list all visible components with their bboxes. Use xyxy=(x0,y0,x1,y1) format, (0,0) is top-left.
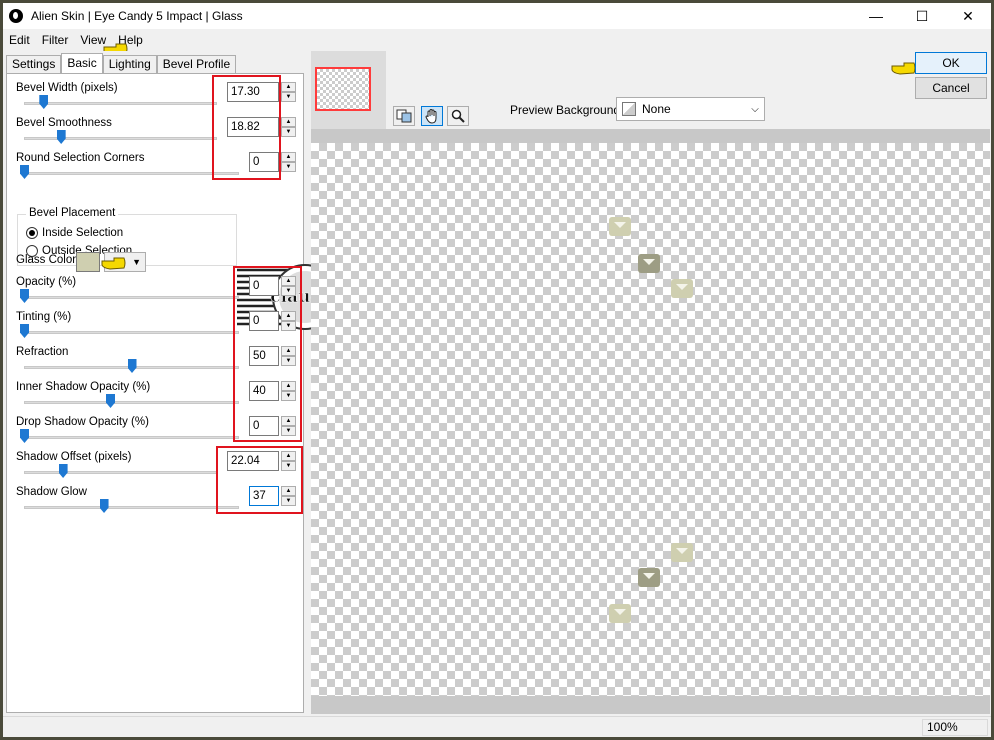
preview-canvas[interactable] xyxy=(311,143,990,696)
hand-pointer-icon xyxy=(891,62,916,75)
spin-down-button[interactable]: ▼ xyxy=(281,127,296,137)
pan-tool-button[interactable] xyxy=(421,106,443,126)
bevel-smoothness-label: Bevel Smoothness xyxy=(16,117,112,129)
glass-tile-preview xyxy=(638,568,660,587)
window-title: Alien Skin | Eye Candy 5 Impact | Glass xyxy=(31,9,243,23)
preview-background-label: Preview Background: xyxy=(510,103,624,117)
opacity-slider-track[interactable] xyxy=(24,296,239,299)
inner-shadow-slider-track[interactable] xyxy=(24,401,239,404)
zoom-icon xyxy=(451,109,465,123)
pan-icon xyxy=(425,108,437,124)
tinting-slider-track[interactable] xyxy=(24,331,239,334)
transparent-swatch-icon xyxy=(622,102,636,116)
highlight-box xyxy=(212,75,281,180)
tab-settings[interactable]: Settings xyxy=(6,55,62,73)
glass-tile-preview xyxy=(671,279,693,298)
minimize-button[interactable]: — xyxy=(853,3,899,29)
inner-shadow-opacity-label: Inner Shadow Opacity (%) xyxy=(16,381,151,393)
tab-basic[interactable]: Basic xyxy=(61,53,103,73)
refraction-slider-thumb[interactable] xyxy=(127,359,137,373)
preview-area[interactable] xyxy=(311,129,990,714)
settings-panel: Settings Basic Lighting Bevel Profile Be… xyxy=(3,51,374,716)
round-corners-label: Round Selection Corners xyxy=(16,152,145,164)
spin-up-button[interactable]: ▲ xyxy=(281,117,296,127)
navigator-view-rect[interactable] xyxy=(315,67,371,111)
shadow-glow-slider-thumb[interactable] xyxy=(99,499,109,513)
inner-shadow-slider-thumb[interactable] xyxy=(106,394,115,408)
spin-up-button[interactable]: ▲ xyxy=(281,152,296,162)
bevel-width-slider-thumb[interactable] xyxy=(39,95,49,109)
menu-bar: Edit Filter View Help xyxy=(3,29,991,51)
shadow-offset-slider-thumb[interactable] xyxy=(58,464,68,478)
glass-tile-preview xyxy=(609,217,631,236)
refraction-label: Refraction xyxy=(16,346,69,358)
navigator-thumbnail[interactable] xyxy=(311,51,386,129)
eye-candy-window: Alien Skin | Eye Candy 5 Impact | Glass … xyxy=(3,3,991,737)
menu-edit[interactable]: Edit xyxy=(3,33,36,47)
bevel-smoothness-slider-track[interactable] xyxy=(24,137,217,140)
shadow-offset-slider-track[interactable] xyxy=(24,471,217,474)
tinting-slider-thumb[interactable] xyxy=(20,324,29,338)
drop-shadow-opacity-label: Drop Shadow Opacity (%) xyxy=(16,416,149,428)
spin-down-button[interactable]: ▼ xyxy=(281,162,296,172)
glass-tile-preview xyxy=(638,254,660,273)
tinting-label: Tinting (%) xyxy=(16,311,72,323)
round-corners-slider-track[interactable] xyxy=(24,172,239,175)
tab-bevel-profile[interactable]: Bevel Profile xyxy=(156,55,237,73)
shadow-offset-label: Shadow Offset (pixels) xyxy=(16,451,132,463)
tab-strip: Settings Basic Lighting Bevel Profile xyxy=(6,53,237,73)
chevron-down-icon: ⌵ xyxy=(751,103,759,115)
hand-pointer-icon xyxy=(101,257,126,270)
opacity-label: Opacity (%) xyxy=(16,276,77,288)
glass-color-swatch[interactable] xyxy=(76,252,100,272)
drop-shadow-slider-track[interactable] xyxy=(24,436,239,439)
glass-tile-preview xyxy=(671,543,693,562)
ok-button[interactable]: OK xyxy=(915,52,987,74)
preview-background-value: None xyxy=(642,102,671,116)
bevel-smoothness-slider-thumb[interactable] xyxy=(56,130,66,144)
basic-tab-page: Bevel Width (pixels) 17.30 ▲ ▼ Bevel Smoo… xyxy=(6,73,374,713)
navigate-icon xyxy=(396,109,412,123)
bevel-placement-title: Bevel Placement xyxy=(26,207,119,219)
bevel-width-label: Bevel Width (pixels) xyxy=(16,82,118,94)
status-bar: 100% xyxy=(3,716,991,737)
dropdown-arrow-icon: ▼ xyxy=(132,257,141,267)
zoom-level: 100% xyxy=(922,719,988,736)
highlight-box xyxy=(216,446,303,514)
spin-up-button[interactable]: ▲ xyxy=(281,82,296,92)
round-corners-slider-thumb[interactable] xyxy=(20,165,29,179)
opacity-slider-thumb[interactable] xyxy=(20,289,29,303)
drop-shadow-slider-thumb[interactable] xyxy=(20,429,29,443)
maximize-button[interactable]: ☐ xyxy=(899,3,945,29)
navigate-tool-button[interactable] xyxy=(393,106,415,126)
shadow-glow-label: Shadow Glow xyxy=(16,486,87,498)
radio-inside-label: Inside Selection xyxy=(42,227,124,239)
title-bar: Alien Skin | Eye Candy 5 Impact | Glass … xyxy=(3,3,991,29)
radio-indicator-checked[interactable] xyxy=(26,227,38,239)
app-icon xyxy=(9,9,23,23)
cancel-button[interactable]: Cancel xyxy=(915,77,987,99)
radio-inside-selection[interactable]: Inside Selection xyxy=(26,227,123,239)
tab-lighting[interactable]: Lighting xyxy=(102,55,157,73)
glass-tile-preview xyxy=(609,604,631,623)
glass-color-label: Glass Color xyxy=(16,254,77,266)
zoom-tool-button[interactable] xyxy=(447,106,469,126)
menu-filter[interactable]: Filter xyxy=(36,33,75,47)
spin-down-button[interactable]: ▼ xyxy=(281,92,296,102)
close-button[interactable]: ✕ xyxy=(945,3,991,29)
shadow-glow-slider-track[interactable] xyxy=(24,506,239,509)
bevel-width-slider-track[interactable] xyxy=(24,102,217,105)
highlight-box xyxy=(233,266,302,442)
preview-background-select[interactable]: None ⌵ xyxy=(616,97,765,121)
